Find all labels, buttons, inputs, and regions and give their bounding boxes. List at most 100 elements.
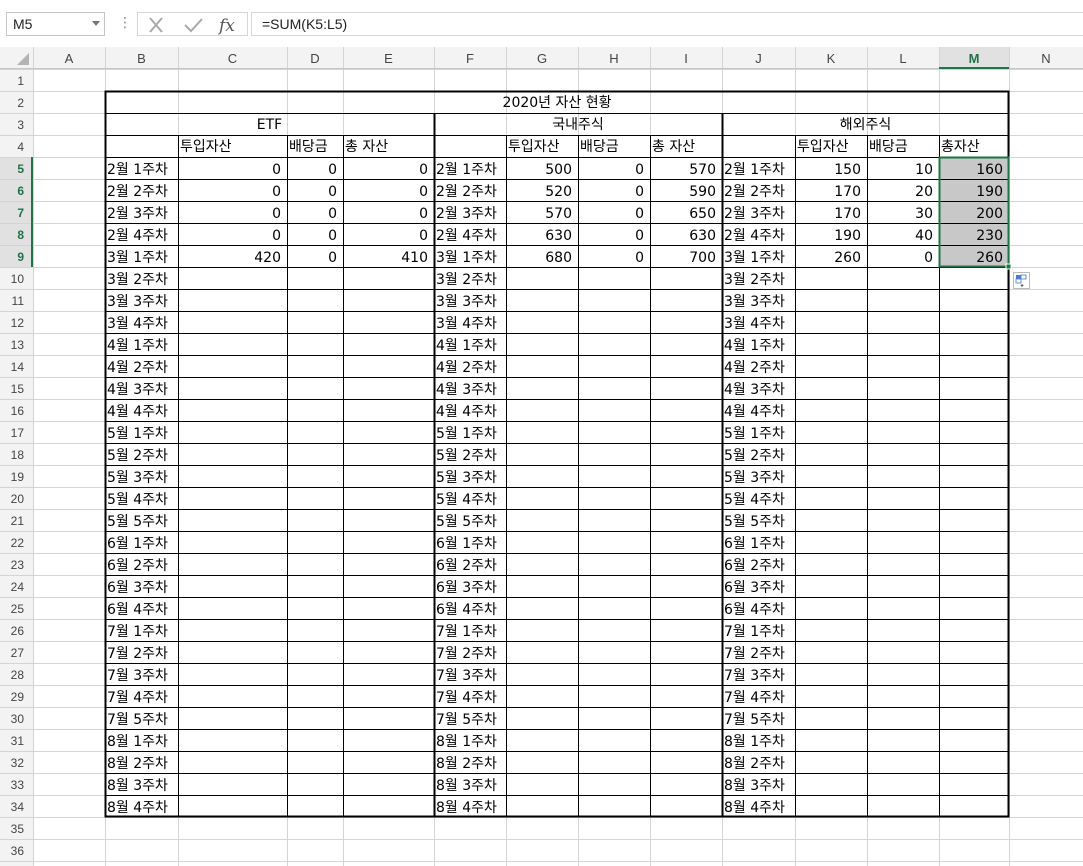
week-label: 4월 3주차 (107, 382, 168, 398)
week-label: 2월 4주차 (724, 228, 785, 244)
week-label: 5월 5주차 (436, 514, 497, 530)
row-header-3[interactable]: 3 (17, 118, 24, 132)
row-header-33[interactable]: 33 (11, 778, 25, 792)
cell-etf-value: 0 (272, 184, 281, 200)
week-label: 3월 4주차 (724, 316, 785, 332)
row-header-14[interactable]: 14 (11, 360, 25, 374)
row-header-13[interactable]: 13 (11, 338, 25, 352)
row-header-26[interactable]: 26 (11, 624, 25, 638)
row-header-17[interactable]: 17 (11, 426, 25, 440)
row-header-5[interactable]: 5 (17, 162, 24, 176)
fill-handle[interactable] (1005, 263, 1012, 270)
column-header-a[interactable]: A (65, 51, 74, 66)
week-label: 8월 4주차 (107, 800, 168, 816)
week-label: 6월 1주차 (724, 536, 785, 552)
column-header-e[interactable]: E (384, 51, 393, 66)
week-label: 8월 2주차 (436, 756, 497, 772)
week-label: 2월 1주차 (107, 162, 168, 178)
column-header-j[interactable]: J (755, 51, 762, 66)
week-label: 4월 1주차 (724, 338, 785, 354)
week-label: 3월 3주차 (107, 294, 168, 310)
row-header-18[interactable]: 18 (11, 448, 25, 462)
week-label: 4월 1주차 (107, 338, 168, 354)
cell-etf-value: 0 (328, 184, 337, 200)
check-icon[interactable] (182, 16, 204, 34)
week-label: 8월 3주차 (107, 778, 168, 794)
row-header-19[interactable]: 19 (11, 470, 25, 484)
week-label: 5월 5주차 (107, 514, 168, 530)
row-header-1[interactable]: 1 (17, 74, 24, 88)
week-label: 2월 3주차 (436, 206, 497, 222)
week-label: 5월 1주차 (436, 426, 497, 442)
row-header-10[interactable]: 10 (11, 272, 25, 286)
column-header-k[interactable]: K (827, 51, 836, 66)
worksheet-grid[interactable]: A B C D E F G H I J K L M N12345678910111213141516171… (0, 47, 1083, 866)
quick-analysis-icon[interactable] (1013, 272, 1030, 289)
row-header-35[interactable]: 35 (11, 822, 25, 836)
worksheet[interactable]: A B C D E F G H I J K L M N 1 2 3 4 5 6 7 8 9 10 11 12 13 14 15 16 17 1… (0, 47, 1083, 866)
row-header-11[interactable]: 11 (12, 294, 25, 308)
header-etf-1: 배당금 (289, 139, 328, 155)
row-header-7[interactable]: 7 (17, 206, 24, 220)
cell-foreign-value: 260 (976, 250, 1003, 266)
column-header-d[interactable]: D (310, 51, 319, 66)
row-header-9[interactable]: 9 (17, 250, 24, 264)
row-header-32[interactable]: 32 (11, 756, 25, 770)
cell-etf-value: 0 (272, 206, 281, 222)
column-header-m[interactable]: M (969, 51, 980, 66)
week-label: 5월 4주차 (724, 492, 785, 508)
column-header-h[interactable]: H (609, 51, 618, 66)
row-header-2[interactable]: 2 (17, 96, 24, 110)
cell-etf-value: 0 (419, 206, 428, 222)
row-header-21[interactable]: 21 (11, 514, 25, 528)
week-label: 6월 1주차 (107, 536, 168, 552)
cell-foreign-value: 150 (834, 162, 861, 178)
row-header-30[interactable]: 30 (11, 712, 25, 726)
formula-bar-handle[interactable]: ⋮ (118, 14, 132, 34)
column-header-g[interactable]: G (537, 51, 547, 66)
row-header-6[interactable]: 6 (17, 184, 24, 198)
row-header-27[interactable]: 27 (11, 646, 25, 660)
row-header-25[interactable]: 25 (11, 602, 25, 616)
column-header-n[interactable]: N (1041, 51, 1050, 66)
cell-domestic-value: 570 (545, 206, 572, 222)
cell-etf-value: 420 (254, 250, 281, 266)
row-header-24[interactable]: 24 (11, 580, 25, 594)
cell-etf-value: 410 (401, 250, 428, 266)
row-header-28[interactable]: 28 (11, 668, 25, 682)
row-header-31[interactable]: 31 (11, 734, 25, 748)
row-header-4[interactable]: 4 (17, 140, 24, 154)
column-header-l[interactable]: L (899, 51, 906, 66)
week-label: 7월 1주차 (724, 624, 785, 640)
week-label: 3월 1주차 (436, 250, 497, 266)
column-header-i[interactable]: I (684, 51, 688, 66)
formula-text: =SUM(K5:L5) (262, 16, 348, 32)
chevron-down-icon[interactable] (92, 21, 100, 26)
week-label: 6월 4주차 (107, 602, 168, 618)
row-header-12[interactable]: 12 (11, 316, 25, 330)
row-header-22[interactable]: 22 (11, 536, 25, 550)
row-header-34[interactable]: 34 (11, 800, 25, 814)
row-header-15[interactable]: 15 (11, 382, 25, 396)
cell-domestic-value: 700 (689, 250, 716, 266)
week-label: 4월 4주차 (107, 404, 168, 420)
formula-input[interactable]: =SUM(K5:L5) (251, 12, 1083, 36)
cell-domestic-value: 650 (689, 206, 716, 222)
row-header-16[interactable]: 16 (11, 404, 25, 418)
row-header-20[interactable]: 20 (11, 492, 25, 506)
row-header-8[interactable]: 8 (17, 228, 24, 242)
week-label: 7월 2주차 (107, 646, 168, 662)
column-header-f[interactable]: F (466, 51, 474, 66)
column-header-b[interactable]: B (137, 51, 146, 66)
week-label: 2월 2주차 (107, 184, 168, 200)
cell-etf-value: 0 (272, 162, 281, 178)
close-icon[interactable] (146, 16, 166, 34)
row-header-36[interactable]: 36 (11, 844, 25, 858)
cell-domestic-value: 0 (635, 184, 644, 200)
fx-icon[interactable]: fx (218, 15, 242, 35)
row-header-29[interactable]: 29 (11, 690, 25, 704)
row-header-23[interactable]: 23 (11, 558, 25, 572)
name-box[interactable]: M5 (6, 12, 105, 36)
week-label: 6월 2주차 (724, 558, 785, 574)
column-header-c[interactable]: C (228, 51, 237, 66)
